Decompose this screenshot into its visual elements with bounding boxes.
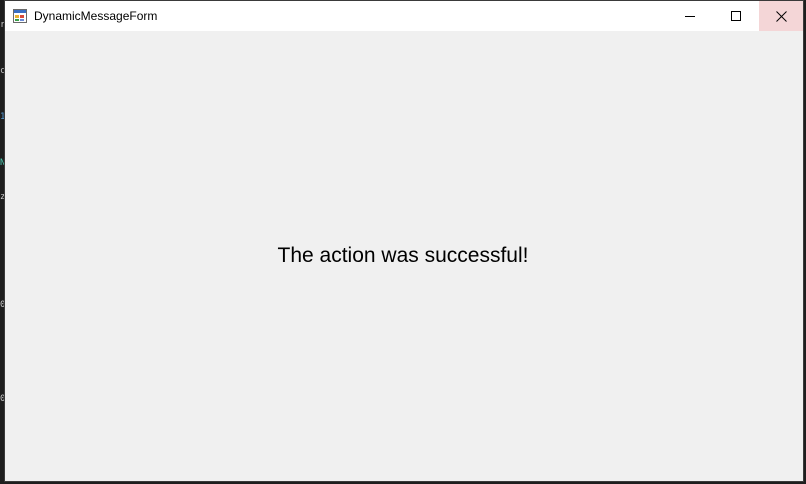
form-client-area: The action was successful! — [5, 31, 803, 481]
title-bar[interactable]: DynamicMessageForm — [5, 1, 803, 31]
maximize-icon — [731, 11, 741, 21]
status-message-label: The action was successful! — [277, 244, 529, 267]
app-window: DynamicMessageForm The action was succes… — [4, 0, 804, 482]
close-icon — [775, 10, 787, 22]
maximize-button[interactable] — [713, 1, 759, 31]
window-title: DynamicMessageForm — [34, 9, 158, 23]
winforms-app-icon — [13, 9, 27, 23]
minimize-icon — [685, 16, 695, 17]
minimize-button[interactable] — [667, 1, 713, 31]
close-button[interactable] — [759, 1, 803, 31]
